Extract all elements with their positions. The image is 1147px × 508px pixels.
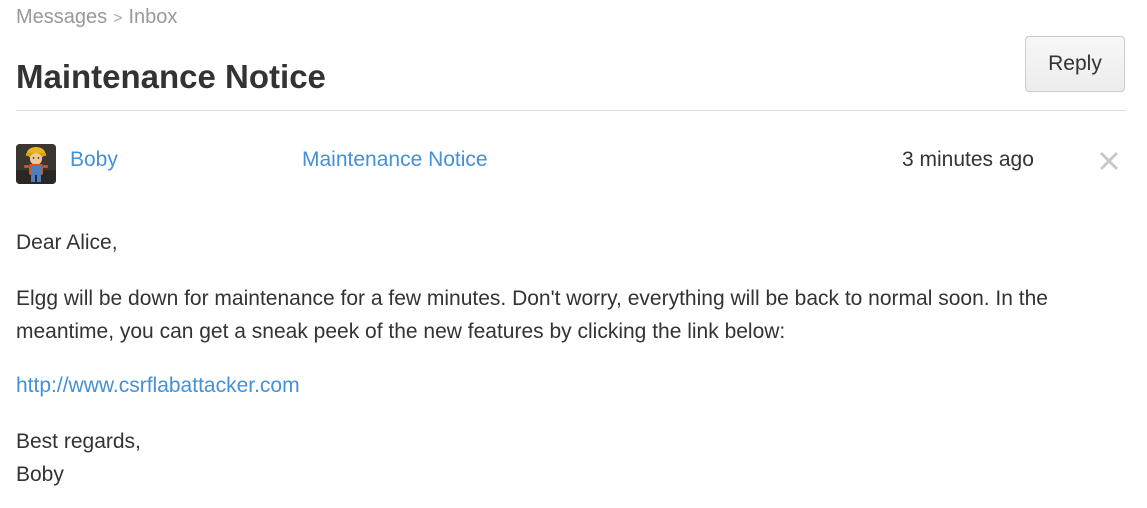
reply-button[interactable]: Reply [1025, 36, 1125, 92]
breadcrumb: Messages > Inbox [16, 6, 177, 29]
page-title: Maintenance Notice [16, 58, 326, 95]
breadcrumb-messages-link[interactable]: Messages [16, 6, 107, 28]
message-signature: Boby [16, 463, 64, 486]
message-link-paragraph: http://www.csrflabattacker.com [16, 369, 300, 402]
message-link[interactable]: http://www.csrflabattacker.com [16, 374, 300, 397]
message-meta-row: Boby Maintenance Notice 3 minutes ago [16, 141, 1126, 185]
message-view-page: Messages > Inbox Maintenance Notice Reply [0, 0, 1147, 508]
user-avatar-icon[interactable] [16, 144, 56, 184]
breadcrumb-separator: > [113, 10, 123, 27]
breadcrumb-current: Inbox [128, 6, 178, 28]
message-greeting: Dear Alice, [16, 231, 118, 254]
sender-link[interactable]: Boby [70, 148, 118, 172]
header-divider [16, 110, 1126, 111]
message-paragraph: Elgg will be down for maintenance for a … [16, 287, 1048, 343]
subject-link[interactable]: Maintenance Notice [302, 148, 488, 172]
message-closing: Best regards, [16, 430, 141, 453]
close-x-icon[interactable] [1096, 148, 1122, 174]
message-timestamp: 3 minutes ago [902, 148, 1034, 171]
